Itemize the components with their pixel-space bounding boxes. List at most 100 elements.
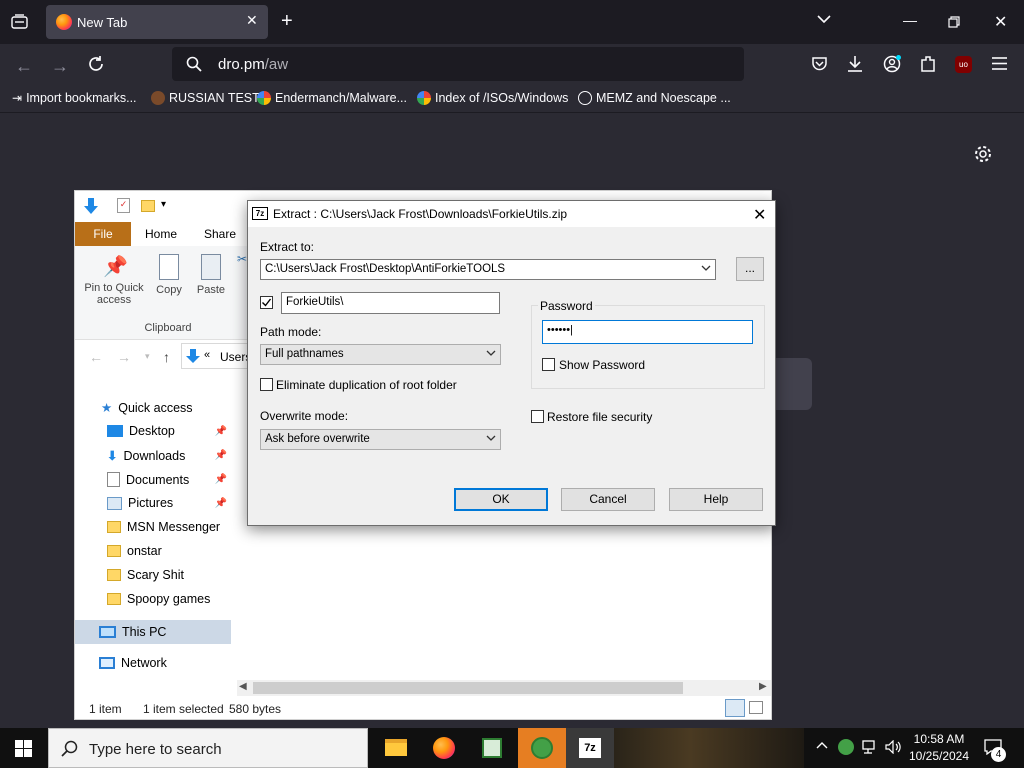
- restore-icon[interactable]: [948, 16, 960, 28]
- reload-icon[interactable]: [87, 55, 105, 73]
- back-arrow-icon[interactable]: ←: [89, 349, 103, 365]
- bookmark-label: Index of /ISOs/Windows: [435, 91, 569, 105]
- bookmark-import[interactable]: ⇥ Import bookmarks...: [12, 91, 137, 105]
- eliminate-duplication-checkbox[interactable]: [260, 378, 273, 391]
- large-icons-view-icon[interactable]: [749, 701, 763, 714]
- nav-scary-shit[interactable]: Scary Shit: [107, 568, 184, 582]
- account-icon[interactable]: [883, 55, 901, 73]
- 7zip-taskbar-icon[interactable]: 7z: [566, 728, 614, 768]
- up-arrow-icon[interactable]: ↑: [163, 349, 170, 365]
- new-folder-icon[interactable]: [141, 200, 155, 212]
- bookmark-russian-test[interactable]: RUSSIAN TEST: [151, 91, 260, 105]
- nav-pictures[interactable]: Pictures 📌: [107, 496, 227, 510]
- show-password-checkbox[interactable]: [542, 358, 555, 371]
- pocket-icon[interactable]: [811, 56, 828, 72]
- status-size: 580 bytes: [229, 702, 282, 716]
- tab-new-tab[interactable]: New Tab ✕: [46, 5, 268, 39]
- tab-share[interactable]: Share: [204, 227, 236, 241]
- windows-start-icon[interactable]: [15, 740, 32, 757]
- copy-button[interactable]: Copy: [153, 254, 185, 296]
- subfolder-input[interactable]: ForkieUtils\: [281, 292, 500, 314]
- restore-security-checkbox[interactable]: [531, 410, 544, 423]
- clipboard-group-label: Clipboard: [144, 322, 192, 334]
- details-view-icon[interactable]: [725, 699, 745, 717]
- nav-quick-access[interactable]: ★ Quick access: [101, 400, 193, 416]
- subfolder-checkbox[interactable]: [260, 296, 273, 309]
- paste-button[interactable]: Paste: [195, 254, 227, 296]
- nav-network[interactable]: Network: [99, 656, 167, 670]
- messenger-tray-icon[interactable]: [838, 739, 854, 755]
- downloads-icon[interactable]: [847, 55, 863, 73]
- path-mode-select[interactable]: Full pathnames: [260, 344, 501, 365]
- 7zip-taskbar-badge: 7z: [579, 738, 601, 758]
- chevron-down-icon[interactable]: [817, 14, 831, 24]
- pictures-icon: [107, 496, 122, 510]
- horizontal-scrollbar[interactable]: ◀ ▶: [237, 680, 771, 696]
- extensions-icon[interactable]: [920, 55, 936, 73]
- status-selected: 1 item selected: [143, 702, 224, 716]
- documents-icon: [107, 472, 120, 487]
- bookmark-label: RUSSIAN TEST: [169, 91, 260, 105]
- chevron-down-icon[interactable]: [701, 264, 711, 272]
- minimize-icon[interactable]: —: [903, 12, 917, 28]
- nav-downloads[interactable]: ⬇ Downloads 📌: [107, 448, 227, 464]
- browser-tab-bar: New Tab ✕ + — ✕: [0, 0, 1024, 44]
- network-tray-icon[interactable]: [862, 740, 879, 754]
- show-hidden-icons-icon[interactable]: [816, 741, 828, 749]
- forward-arrow-icon[interactable]: →: [117, 349, 131, 365]
- customize-qat-icon[interactable]: ▾: [161, 199, 166, 210]
- cut-icon[interactable]: ✂: [237, 252, 247, 266]
- bookmark-isos[interactable]: Index of /ISOs/Windows: [417, 91, 568, 105]
- nav-this-pc[interactable]: This PC: [75, 620, 231, 644]
- url-text[interactable]: dro.pm/aw: [218, 56, 288, 73]
- help-button[interactable]: Help: [669, 488, 763, 511]
- recent-chevron-icon[interactable]: ▾: [145, 351, 150, 362]
- clock-time[interactable]: 10:58 AM: [906, 732, 972, 746]
- path-mode-label: Path mode:: [260, 325, 322, 339]
- url-bar[interactable]: dro.pm/aw: [172, 47, 744, 81]
- settings-gear-icon[interactable]: [974, 145, 992, 163]
- msn-messenger-taskbar-icon[interactable]: [518, 728, 566, 768]
- new-tab-icon[interactable]: +: [281, 10, 293, 33]
- nav-msn-messenger[interactable]: MSN Messenger: [107, 520, 220, 534]
- nav-documents[interactable]: Documents 📌: [107, 472, 227, 487]
- browse-button[interactable]: ...: [736, 257, 764, 281]
- scroll-left-icon[interactable]: ◀: [239, 681, 247, 692]
- close-tab-icon[interactable]: ✕: [246, 12, 258, 29]
- forward-icon[interactable]: →: [51, 56, 69, 77]
- scroll-thumb[interactable]: [253, 682, 683, 694]
- star-icon: ★: [101, 401, 113, 415]
- scroll-right-icon[interactable]: ▶: [759, 681, 767, 692]
- chevron-down-icon[interactable]: [486, 349, 496, 357]
- ok-button[interactable]: OK: [454, 488, 548, 511]
- volume-icon[interactable]: [885, 740, 902, 754]
- overwrite-mode-select[interactable]: Ask before overwrite: [260, 429, 501, 450]
- tab-file[interactable]: File: [75, 222, 131, 246]
- ublock-icon[interactable]: uo: [955, 56, 972, 73]
- file-explorer-taskbar-icon[interactable]: [372, 728, 420, 768]
- extract-to-combo[interactable]: C:\Users\Jack Frost\Desktop\AntiForkieTO…: [260, 259, 716, 280]
- cancel-button[interactable]: Cancel: [561, 488, 655, 511]
- clock-date[interactable]: 10/25/2024: [906, 749, 972, 763]
- password-input[interactable]: ••••••|: [542, 320, 753, 344]
- dialog-close-icon[interactable]: ✕: [753, 205, 766, 225]
- notepad-taskbar-icon[interactable]: [468, 728, 516, 768]
- chevron-down-icon[interactable]: [486, 434, 496, 442]
- nav-spoopy-games[interactable]: Spoopy games: [107, 592, 210, 606]
- bookmark-endermanch[interactable]: Endermanch/Malware...: [257, 91, 407, 105]
- back-icon[interactable]: ←: [15, 56, 33, 77]
- firefox-taskbar-icon[interactable]: [420, 728, 468, 768]
- menu-icon[interactable]: [992, 57, 1007, 70]
- close-window-icon[interactable]: ✕: [994, 12, 1007, 32]
- properties-icon[interactable]: ✓: [117, 198, 130, 213]
- taskbar-search-box[interactable]: Type here to search: [48, 728, 368, 768]
- nav-onstar[interactable]: onstar: [107, 544, 162, 558]
- down-arrow-icon[interactable]: [83, 197, 99, 215]
- pin-icon: 📌: [214, 474, 227, 485]
- dialog-title: Extract : C:\Users\Jack Frost\Downloads\…: [273, 207, 568, 221]
- nav-desktop[interactable]: Desktop 📌: [107, 424, 227, 438]
- pin-to-quick-access-button[interactable]: 📌 Pin to Quick access: [81, 254, 147, 306]
- tab-home[interactable]: Home: [145, 227, 177, 241]
- tab-list-icon[interactable]: [11, 14, 28, 29]
- bookmark-memz[interactable]: MEMZ and Noescape ...: [578, 91, 731, 105]
